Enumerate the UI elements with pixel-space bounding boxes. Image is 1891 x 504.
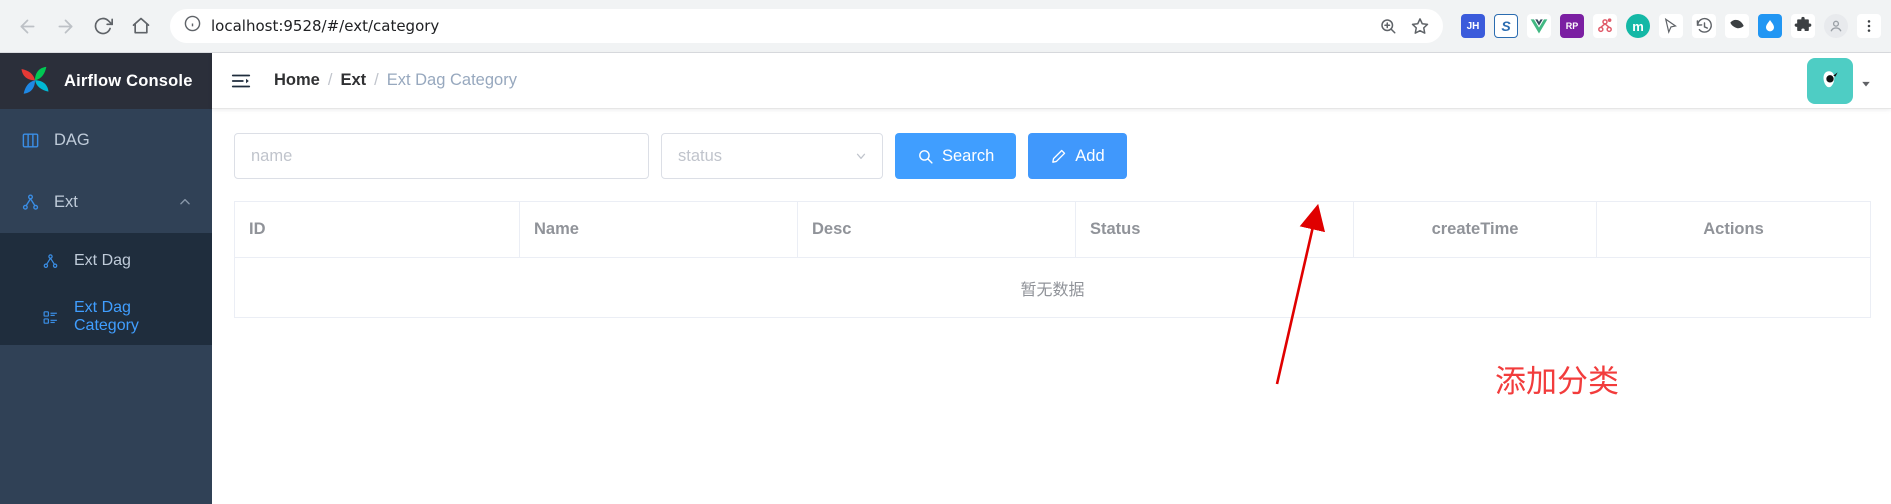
add-button[interactable]: Add <box>1028 133 1127 179</box>
list-icon <box>40 307 60 327</box>
chevron-down-icon <box>854 149 868 163</box>
vue-devtools-extension[interactable] <box>1527 14 1551 38</box>
airflow-logo-icon <box>18 64 52 98</box>
search-icon <box>917 148 934 165</box>
drop-extension[interactable] <box>1758 14 1782 38</box>
brand-title: Airflow Console <box>64 71 193 90</box>
column-header-desc[interactable]: Desc <box>798 202 1076 257</box>
sidebar-item-label: Ext Dag Category <box>74 299 139 334</box>
brand-header[interactable]: Airflow Console <box>0 53 212 109</box>
search-button[interactable]: Search <box>895 133 1017 179</box>
column-header-name[interactable]: Name <box>520 202 798 257</box>
sidebar-item-ext-dag[interactable]: Ext Dag <box>0 233 212 289</box>
column-header-status[interactable]: Status <box>1076 202 1354 257</box>
navbar-right <box>1807 57 1871 104</box>
star-icon[interactable] <box>1411 17 1429 35</box>
breadcrumb-current: Ext Dag Category <box>386 71 517 89</box>
sidebar-item-label: DAG <box>54 130 90 149</box>
browser-toolbar: localhost:9528/#/ext/category JH S RP m <box>0 0 1891 53</box>
table-header-row: ID Name Desc Status createTime Actions <box>235 202 1870 258</box>
sidebar: Airflow Console DAG Ext Ext Dag Ext Dag … <box>0 53 212 504</box>
add-button-label: Add <box>1075 146 1105 165</box>
home-icon[interactable] <box>124 9 158 43</box>
breadcrumb-separator: / <box>374 71 379 89</box>
share-nodes-icon <box>20 192 40 212</box>
top-navbar: Home / Ext / Ext Dag Category <box>212 53 1891 109</box>
app-shell: Airflow Console DAG Ext Ext Dag Ext Dag … <box>0 53 1891 504</box>
column-header-id[interactable]: ID <box>235 202 520 257</box>
page-content: name status Search Add ID Name Desc Stat… <box>212 109 1891 504</box>
extension-icons: JH S RP m <box>1455 14 1881 38</box>
sidebar-menu: DAG Ext Ext Dag Ext Dag Category <box>0 109 212 504</box>
history-extension[interactable] <box>1692 14 1716 38</box>
column-header-createtime[interactable]: createTime <box>1354 202 1597 257</box>
sidebar-item-ext[interactable]: Ext <box>0 171 212 233</box>
name-input[interactable]: name <box>234 133 649 179</box>
dashboard-icon <box>20 130 40 150</box>
annotation-label: 添加分类 <box>1495 364 1619 400</box>
back-arrow-icon[interactable] <box>10 9 44 43</box>
reload-icon[interactable] <box>86 9 120 43</box>
breadcrumb: Home / Ext / Ext Dag Category <box>274 71 517 90</box>
cursor-extension[interactable] <box>1659 14 1683 38</box>
breadcrumb-home[interactable]: Home <box>274 71 320 90</box>
breadcrumb-ext[interactable]: Ext <box>340 71 366 90</box>
chrome-menu[interactable] <box>1857 14 1881 38</box>
zoom-in-icon[interactable] <box>1379 17 1397 35</box>
chevron-up-icon <box>178 195 192 209</box>
youdao-extension[interactable]: S <box>1494 14 1518 38</box>
edit-pencil-icon <box>1050 148 1067 165</box>
medium-extension[interactable]: m <box>1626 14 1650 38</box>
rp-extension[interactable]: RP <box>1560 14 1584 38</box>
address-bar[interactable]: localhost:9528/#/ext/category <box>170 9 1443 43</box>
url-text: localhost:9528/#/ext/category <box>211 17 440 35</box>
site-info-icon[interactable] <box>184 15 201 37</box>
sidebar-submenu-ext: Ext Dag Ext Dag Category <box>0 233 212 345</box>
column-header-actions[interactable]: Actions <box>1597 202 1870 257</box>
user-avatar[interactable] <box>1807 57 1853 104</box>
name-input-placeholder: name <box>251 146 293 165</box>
hamburger-collapse-icon[interactable] <box>230 70 252 92</box>
puzzle-extension[interactable] <box>1791 14 1815 38</box>
table-empty-state: 暂无数据 <box>235 258 1870 318</box>
sidebar-item-label: Ext Dag <box>74 252 131 269</box>
filter-toolbar: name status Search Add <box>234 133 1871 179</box>
status-select-placeholder: status <box>678 146 723 165</box>
sidebar-item-ext-dag-category[interactable]: Ext Dag Category <box>0 289 212 345</box>
sidebar-item-dag[interactable]: DAG <box>0 109 212 171</box>
chevron-down-icon[interactable] <box>1861 76 1871 86</box>
jianguoyun-extension[interactable]: JH <box>1461 14 1485 38</box>
share-nodes-icon <box>40 251 60 271</box>
sidebar-item-label: Ext <box>54 192 78 211</box>
search-button-label: Search <box>942 146 995 165</box>
main-area: Home / Ext / Ext Dag Category name statu… <box>212 53 1891 504</box>
forward-arrow-icon[interactable] <box>48 9 82 43</box>
pocket-extension[interactable] <box>1725 14 1749 38</box>
breadcrumb-separator: / <box>327 71 333 89</box>
network-extension[interactable] <box>1593 14 1617 38</box>
status-select[interactable]: status <box>661 133 883 179</box>
category-table: ID Name Desc Status createTime Actions 暂… <box>234 201 1871 318</box>
profile-avatar[interactable] <box>1824 14 1848 38</box>
